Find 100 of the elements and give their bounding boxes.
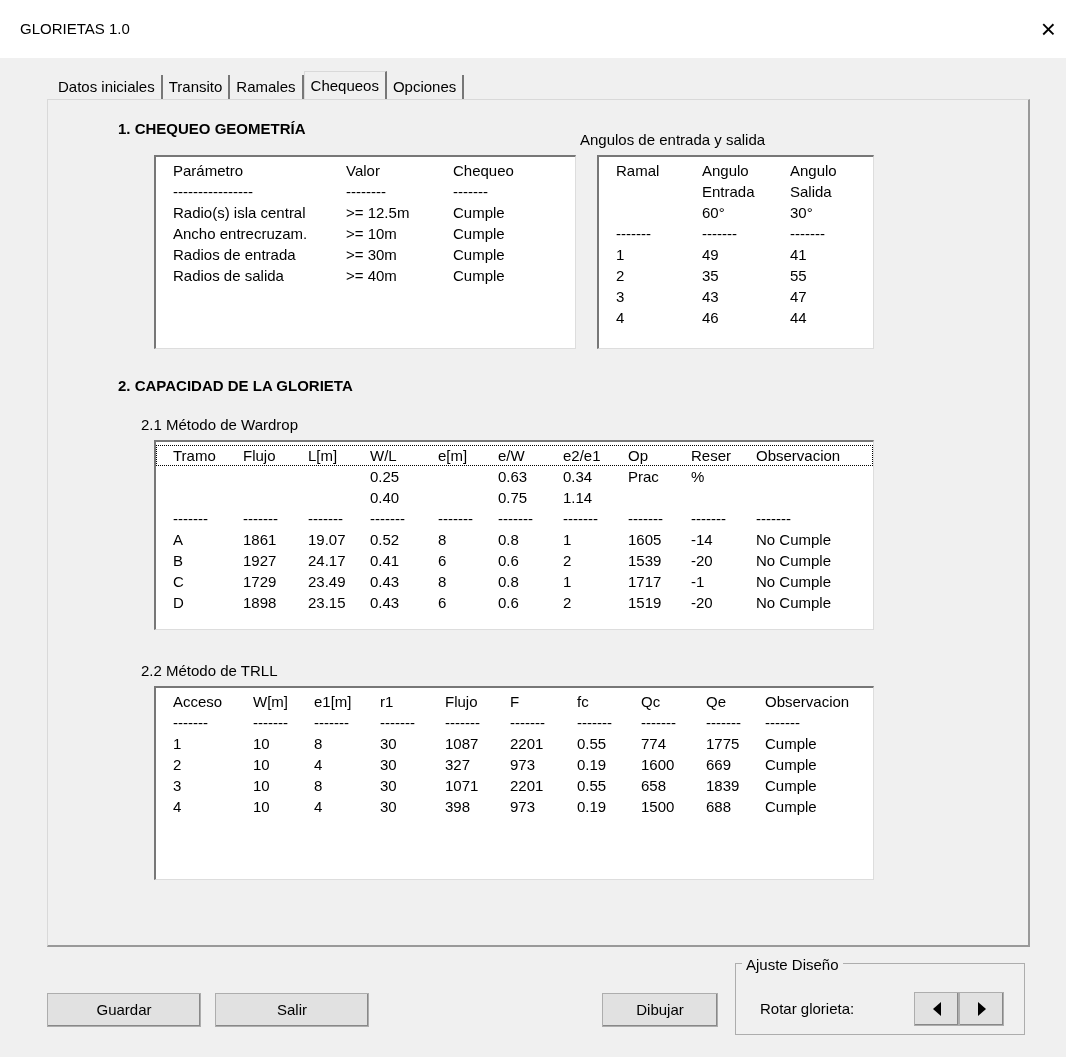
list-cell: % (691, 467, 705, 485)
list-cell: 1519 (628, 593, 662, 611)
list-cell: ------- (510, 714, 545, 731)
list-cell: 0.75 (498, 488, 528, 506)
list-cell: 973 (510, 798, 536, 815)
list-cell: 55 (790, 266, 807, 284)
list-cell: 8 (314, 735, 323, 752)
list-cell: 658 (641, 777, 667, 794)
list-cell: Cumple (765, 756, 817, 773)
list-cell: 49 (702, 245, 719, 263)
list-cell: 1839 (706, 777, 740, 794)
list-cell: 44 (790, 308, 807, 326)
list-cell: Cumple (765, 777, 817, 794)
list-cell: 30 (380, 777, 397, 794)
list-cell: >= 30m (346, 245, 397, 263)
list-cell: ------- (498, 509, 533, 527)
list-cell: 2201 (510, 777, 544, 794)
column-header: Valor (346, 161, 380, 179)
column-header: Angulo Salida 30° (790, 161, 837, 221)
list-cell: 30 (380, 798, 397, 815)
list-cell: No Cumple (756, 593, 832, 611)
column-header: Observacion (756, 446, 841, 464)
action-button[interactable]: Guardar (47, 993, 201, 1027)
list-cell: No Cumple (756, 551, 832, 569)
action-button[interactable]: Dibujar (602, 993, 718, 1027)
list-cell: 327 (445, 756, 471, 773)
column-header: F (510, 693, 520, 710)
list-cell: 1729 (243, 572, 277, 590)
column-header: Op (628, 446, 648, 464)
list-cell: 35 (702, 266, 719, 284)
list-cell: 1087 (445, 735, 479, 752)
action-button[interactable]: Salir (215, 993, 369, 1027)
list-cell: ---------------- (173, 182, 253, 200)
window-title: GLORIETAS 1.0 (20, 18, 130, 39)
list-cell: 0.40 (370, 488, 400, 506)
list-box[interactable] (154, 439, 874, 630)
list-cell: 1927 (243, 551, 277, 569)
list-cell: 6 (438, 551, 447, 569)
list-cell: 6 (438, 593, 447, 611)
list-cell: 4 (314, 798, 323, 815)
list-cell: 30 (380, 735, 397, 752)
rotate-right-button[interactable] (959, 992, 1004, 1026)
list-cell: 4 (173, 798, 182, 815)
list-cell: 3 (616, 287, 625, 305)
list-cell: Radio(s) isla central (173, 203, 306, 221)
column-header: e2/e1 (563, 446, 601, 464)
list-cell: ------- (691, 509, 726, 527)
column-header: Reser (691, 446, 731, 464)
list-cell: 0.8 (498, 572, 519, 590)
left-triangle-icon (932, 1002, 941, 1016)
list-cell: ------- (173, 714, 208, 731)
list-cell: ------- (380, 714, 415, 731)
list-box[interactable]: Parámetro Valor Chequeo ---------------- -------- ------- Radio(s) isla central >= 12.5m Cumple Ancho entrecruzam. >= 10m Cumple Radios de entrada >= 30m Cumple Radios de salida >= 40m Cumple (154, 154, 576, 349)
list-cell: ------- (641, 714, 676, 731)
list-cell: 0.55 (577, 735, 607, 752)
list-cell: 1071 (445, 777, 479, 794)
list-cell: 30 (380, 756, 397, 773)
list-cell: ------- (563, 509, 598, 527)
column-header: Parámetro (173, 161, 244, 179)
list-cell: 2 (616, 266, 625, 284)
rotate-left-button[interactable] (914, 992, 959, 1026)
list-cell: Cumple (765, 798, 817, 815)
list-cell: 0.19 (577, 798, 607, 815)
list-cell: 4 (314, 756, 323, 773)
list-cell: Radios de salida (173, 266, 284, 284)
list-cell: 10 (253, 777, 270, 794)
list-cell: ------- (756, 509, 791, 527)
list-cell: 2201 (510, 735, 544, 752)
section-title: 2. CAPACIDAD DE LA GLORIETA (118, 375, 354, 396)
column-header: r1 (380, 693, 394, 710)
list-cell: 3 (173, 777, 182, 794)
list-cell: C (173, 572, 184, 590)
column-header: L[m] (308, 446, 338, 464)
column-header: W[m] (253, 693, 288, 710)
list-cell: 41 (790, 245, 807, 263)
list-cell: 0.19 (577, 756, 607, 773)
list-cell: 0.6 (498, 593, 519, 611)
list-cell: 23.49 (308, 572, 346, 590)
list-cell: ------- (765, 714, 800, 731)
list-cell: 10 (253, 756, 270, 773)
tab[interactable]: Chequeos (303, 71, 387, 99)
list-cell: ------- (445, 714, 480, 731)
list-box[interactable] (154, 686, 874, 880)
list-cell: 10 (253, 735, 270, 752)
column-header: Flujo (243, 446, 276, 464)
list-box[interactable]: Ramal Angulo Entrada 60° Angulo Salida 30° ------- ------- ------- 1 49 41 2 35 55 3 43 47 4 46 44 (597, 154, 874, 349)
list-cell: 1.14 (563, 488, 593, 506)
list-cell: Radios de entrada (173, 245, 296, 263)
list-cell: 0.52 (370, 530, 400, 548)
list-cell: -------- (346, 182, 386, 200)
column-header: Qe (706, 693, 726, 710)
list-cell: 1600 (641, 756, 675, 773)
list-cell: B (173, 551, 183, 569)
list-cell: 1539 (628, 551, 662, 569)
column-header: Tramo (173, 446, 216, 464)
list-cell: 398 (445, 798, 471, 815)
close-button[interactable]: × (1030, 16, 1066, 42)
list-cell: >= 10m (346, 224, 397, 242)
column-header: Observacion (765, 693, 850, 710)
list-cell: 1 (563, 572, 572, 590)
